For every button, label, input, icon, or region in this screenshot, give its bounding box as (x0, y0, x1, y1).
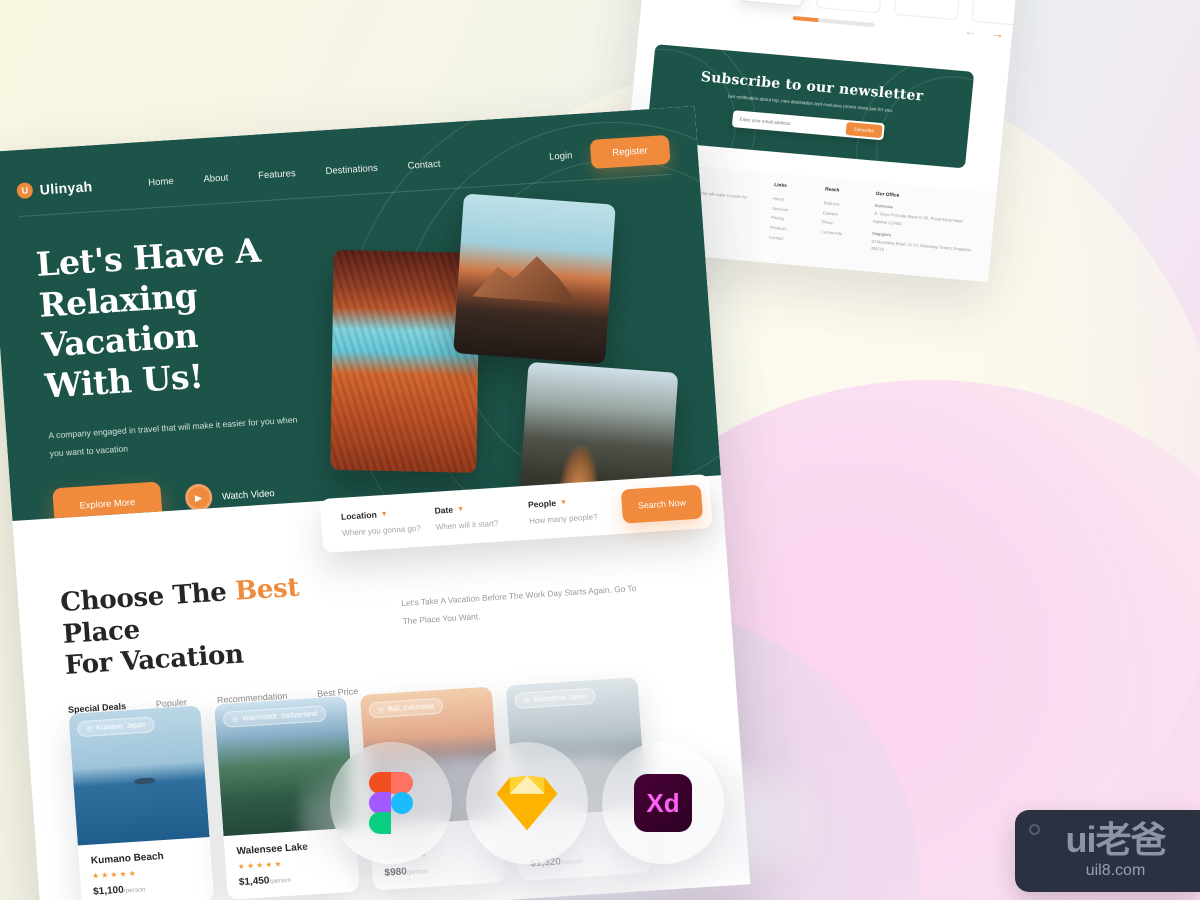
hero-section: U Ulinyah Home About Features Destinatio… (0, 106, 721, 522)
hero-title: Let's Have A Relaxing Vacation With Us! (35, 225, 356, 407)
search-field-location[interactable]: Location ▼ Where you gonna go? (340, 506, 428, 538)
hero-title-line-3: With Us! (43, 356, 205, 406)
nav-links: Home About Features Destinations Contact (148, 158, 441, 188)
carousel-card[interactable] (893, 0, 961, 21)
chevron-down-icon[interactable]: ▼ (457, 505, 464, 512)
destination-rating: ★★★★★ (91, 868, 139, 881)
arrow-left-icon[interactable]: ← (964, 23, 978, 39)
destination-location-badge: ◎ Barcelona, Spain (514, 687, 597, 709)
footer-column-heading: Links (773, 182, 787, 190)
circle-icon (1029, 824, 1040, 835)
destination-location-badge: ◎ Bali, Indonesia (368, 697, 444, 719)
carousel-card[interactable] (815, 0, 883, 14)
destination-price: $1,100 (92, 884, 125, 898)
login-link[interactable]: Login (549, 150, 573, 162)
destination-price: $1,450 (238, 875, 270, 889)
hero-cta-group: Explore More ▶ Watch Video (52, 469, 364, 522)
map-pin-icon: ◎ (523, 697, 530, 705)
choose-paragraph: Let's Take A Vacation Before The Work Da… (400, 582, 637, 627)
sketch-badge (466, 742, 588, 864)
choose-title-highlight: Best (234, 572, 301, 607)
destination-location: Barcelona, Spain (533, 692, 588, 704)
register-button[interactable]: Register (589, 134, 671, 169)
destination-card[interactable]: ◎ Kumano, Japan Kumano Beach ★★★★★ $1,10… (68, 705, 215, 900)
hero-copy: Let's Have A Relaxing Vacation With Us! … (35, 225, 364, 522)
arrow-right-icon[interactable]: → (990, 25, 1004, 41)
search-field-placeholder[interactable]: How many people? (529, 511, 615, 525)
carousel-card-row (642, 0, 1038, 29)
search-field-placeholder[interactable]: Where you gonna go? (342, 523, 428, 538)
footer-column-office: Our Office Indonesia Jl. Tokyo Permata R… (870, 192, 978, 267)
destination-price: $980 (384, 866, 408, 879)
search-now-button[interactable]: Search Now (620, 484, 704, 524)
watch-video-label: Watch Video (221, 487, 275, 502)
search-field-date[interactable]: Date ▼ When will it start? (434, 500, 521, 532)
map-pin-icon: ◎ (86, 725, 93, 733)
newsletter-email-input[interactable] (739, 117, 846, 132)
hero-photo-mountain (453, 193, 616, 365)
destination-name: Kumano Beach (90, 851, 165, 867)
destination-name: Walensee Lake (236, 841, 309, 858)
sketch-icon (496, 775, 558, 831)
destination-location-badge: ◎ Walenstadt, Switzerland (222, 705, 327, 728)
choose-title: Choose The Best Place For Vacation (59, 569, 365, 683)
footer-column-links: Links Home Services Pricing Products Con… (768, 183, 825, 253)
hero-title-line-2: Relaxing Vacation (37, 275, 200, 365)
watermark-logo: ui老爸 (1065, 819, 1167, 860)
nav-item-about[interactable]: About (203, 172, 229, 185)
destination-location: Walenstadt, Switzerland (242, 710, 318, 723)
nav-item-destinations[interactable]: Destinations (325, 162, 378, 176)
nav-item-features[interactable]: Features (258, 168, 296, 181)
search-field-label: Date (434, 504, 454, 516)
adobexd-badge: Xd (602, 742, 724, 864)
watermark-url: uil8.com (1085, 862, 1146, 879)
adobexd-icon: Xd (634, 774, 692, 832)
destination-price-unit: /person (269, 876, 292, 886)
app-format-badges: Xd (330, 742, 724, 864)
carousel-arrows[interactable]: ← → (964, 23, 1005, 41)
map-pin-icon: ◎ (231, 715, 239, 724)
destination-image: ◎ Kumano, Japan (68, 705, 210, 846)
footer-column-reach: Reach Partners Careers Press Community (819, 187, 876, 257)
destination-location: Kumano, Japan (96, 721, 146, 732)
destination-location: Bali, Indonesia (387, 702, 435, 713)
logo-mark-icon: U (16, 182, 34, 200)
nav-item-contact[interactable]: Contact (407, 158, 440, 171)
newsletter-subscribe-button[interactable]: Subscribe (845, 122, 883, 139)
figma-icon (369, 772, 413, 834)
choose-title-post: Place (61, 614, 141, 650)
search-field-placeholder[interactable]: When will it start? (435, 517, 521, 532)
search-field-label: People (527, 497, 557, 510)
nav-actions: Login Register (548, 134, 671, 171)
hero-paragraph: A company engaged in travel that will ma… (48, 414, 298, 459)
hero-title-line-1: Let's Have A (34, 230, 262, 284)
nav-item-home[interactable]: Home (148, 175, 174, 188)
chevron-down-icon[interactable]: ▼ (380, 510, 387, 517)
footer-column-heading: Reach (824, 187, 840, 194)
destination-location-badge: ◎ Kumano, Japan (76, 716, 156, 738)
destination-price-unit: /person (406, 867, 429, 877)
carousel-card[interactable] (738, 0, 805, 7)
chevron-down-icon[interactable]: ▼ (560, 499, 567, 506)
explore-more-button[interactable]: Explore More (52, 481, 163, 522)
map-pin-icon: ◎ (377, 706, 385, 714)
carousel-progress-bar[interactable] (792, 15, 875, 28)
watch-video-control[interactable]: ▶ Watch Video (184, 480, 275, 513)
logo[interactable]: U Ulinyah (16, 178, 93, 200)
search-field-label: Location (340, 509, 378, 522)
figma-badge (330, 742, 452, 864)
play-icon[interactable]: ▶ (184, 483, 213, 513)
watermark-badge: ui老爸 uil8.com (1015, 810, 1200, 892)
choose-title-pre: Choose The (59, 576, 237, 619)
search-field-people[interactable]: People ▼ How many people? (527, 494, 615, 526)
destination-price-unit: /person (123, 886, 146, 895)
brand-name: Ulinyah (39, 178, 93, 198)
